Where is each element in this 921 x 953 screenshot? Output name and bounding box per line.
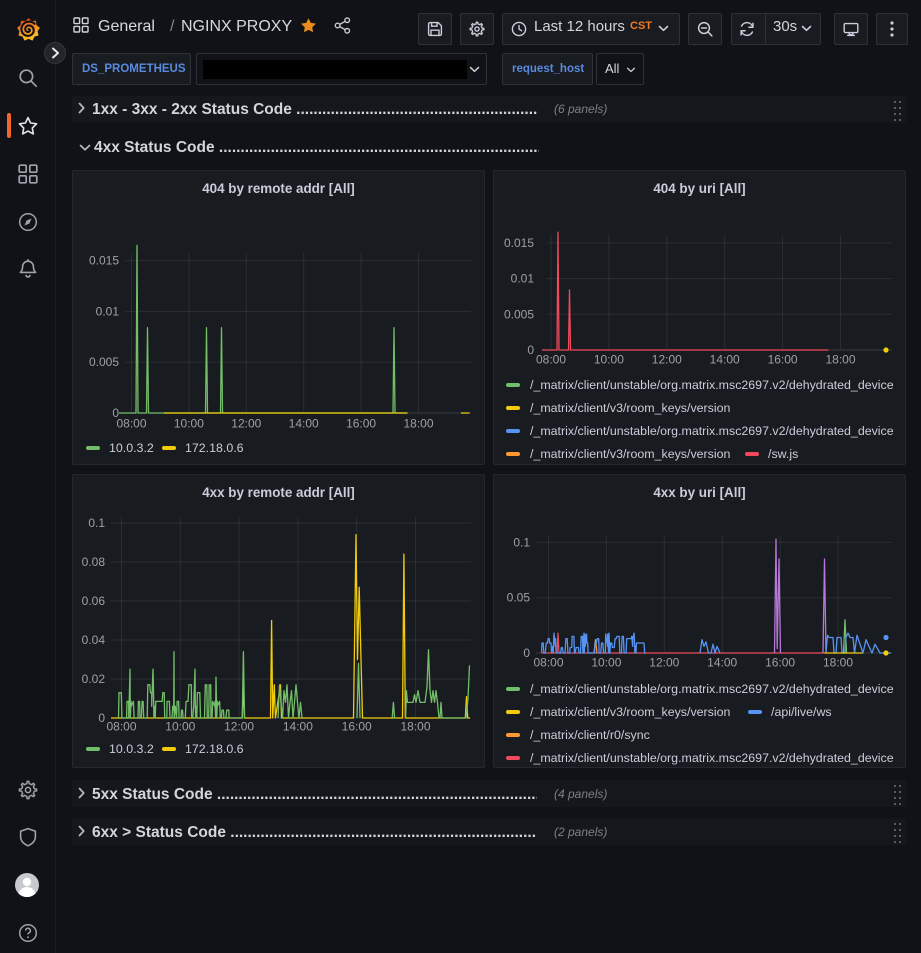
svg-text:18:00: 18:00 bbox=[400, 720, 430, 734]
svg-text:/_matrix/client/unstable/org.m: /_matrix/client/unstable/org.matrix.msc2… bbox=[530, 682, 894, 696]
svg-text:0.08: 0.08 bbox=[82, 555, 106, 569]
svg-text:0: 0 bbox=[527, 343, 534, 357]
svg-text:16:00: 16:00 bbox=[342, 720, 372, 734]
svg-text:14:00: 14:00 bbox=[283, 720, 313, 734]
svg-text:16:00: 16:00 bbox=[768, 353, 798, 367]
svg-text:/_matrix/client/unstable/org.m: /_matrix/client/unstable/org.matrix.msc2… bbox=[530, 378, 894, 392]
svg-text:0.06: 0.06 bbox=[82, 594, 106, 608]
svg-text:/_matrix/client/unstable/org.m: /_matrix/client/unstable/org.matrix.msc2… bbox=[530, 751, 894, 765]
svg-text:12:00: 12:00 bbox=[231, 417, 261, 431]
svg-text:14:00: 14:00 bbox=[707, 656, 737, 670]
svg-text:0.005: 0.005 bbox=[504, 307, 534, 321]
svg-text:16:00: 16:00 bbox=[765, 656, 795, 670]
svg-text:/_matrix/client/r0/sync: /_matrix/client/r0/sync bbox=[530, 728, 650, 742]
svg-text:0.05: 0.05 bbox=[507, 591, 531, 605]
svg-text:12:00: 12:00 bbox=[649, 656, 679, 670]
svg-text:08:00: 08:00 bbox=[106, 720, 136, 734]
svg-text:172.18.0.6: 172.18.0.6 bbox=[185, 441, 244, 455]
svg-text:172.18.0.6: 172.18.0.6 bbox=[185, 742, 244, 756]
svg-text:08:00: 08:00 bbox=[536, 353, 566, 367]
svg-text:0.005: 0.005 bbox=[89, 355, 119, 369]
svg-text:18:00: 18:00 bbox=[403, 417, 433, 431]
svg-text:/_matrix/client/unstable/org.m: /_matrix/client/unstable/org.matrix.msc2… bbox=[530, 424, 894, 438]
svg-text:18:00: 18:00 bbox=[825, 353, 855, 367]
svg-text:10:00: 10:00 bbox=[165, 720, 195, 734]
svg-text:10.0.3.2: 10.0.3.2 bbox=[109, 441, 154, 455]
svg-text:0.01: 0.01 bbox=[511, 272, 535, 286]
svg-text:/_matrix/client/v3/room_keys/v: /_matrix/client/v3/room_keys/version bbox=[530, 447, 730, 461]
svg-text:08:00: 08:00 bbox=[116, 417, 146, 431]
svg-text:/_matrix/client/v3/room_keys/v: /_matrix/client/v3/room_keys/version bbox=[530, 705, 730, 719]
svg-text:08:00: 08:00 bbox=[533, 656, 563, 670]
svg-text:0.015: 0.015 bbox=[89, 254, 119, 268]
svg-text:0.1: 0.1 bbox=[88, 516, 105, 530]
svg-text:/_matrix/client/v3/room_keys/v: /_matrix/client/v3/room_keys/version bbox=[530, 401, 730, 415]
svg-text:10.0.3.2: 10.0.3.2 bbox=[109, 742, 154, 756]
svg-text:12:00: 12:00 bbox=[224, 720, 254, 734]
svg-text:10:00: 10:00 bbox=[174, 417, 204, 431]
svg-text:0.01: 0.01 bbox=[96, 304, 120, 318]
svg-text:0: 0 bbox=[523, 646, 530, 660]
svg-text:10:00: 10:00 bbox=[594, 353, 624, 367]
svg-text:0.1: 0.1 bbox=[513, 535, 530, 549]
svg-text:16:00: 16:00 bbox=[346, 417, 376, 431]
svg-text:14:00: 14:00 bbox=[710, 353, 740, 367]
svg-text:10:00: 10:00 bbox=[591, 656, 621, 670]
svg-text:18:00: 18:00 bbox=[823, 656, 853, 670]
svg-text:14:00: 14:00 bbox=[289, 417, 319, 431]
svg-text:/api/live/ws: /api/live/ws bbox=[771, 705, 832, 719]
svg-text:0: 0 bbox=[98, 711, 105, 725]
svg-text:0.015: 0.015 bbox=[504, 236, 534, 250]
svg-text:/sw.js: /sw.js bbox=[768, 447, 798, 461]
svg-text:0.02: 0.02 bbox=[82, 672, 106, 686]
svg-text:0.04: 0.04 bbox=[82, 633, 106, 647]
svg-text:12:00: 12:00 bbox=[652, 353, 682, 367]
